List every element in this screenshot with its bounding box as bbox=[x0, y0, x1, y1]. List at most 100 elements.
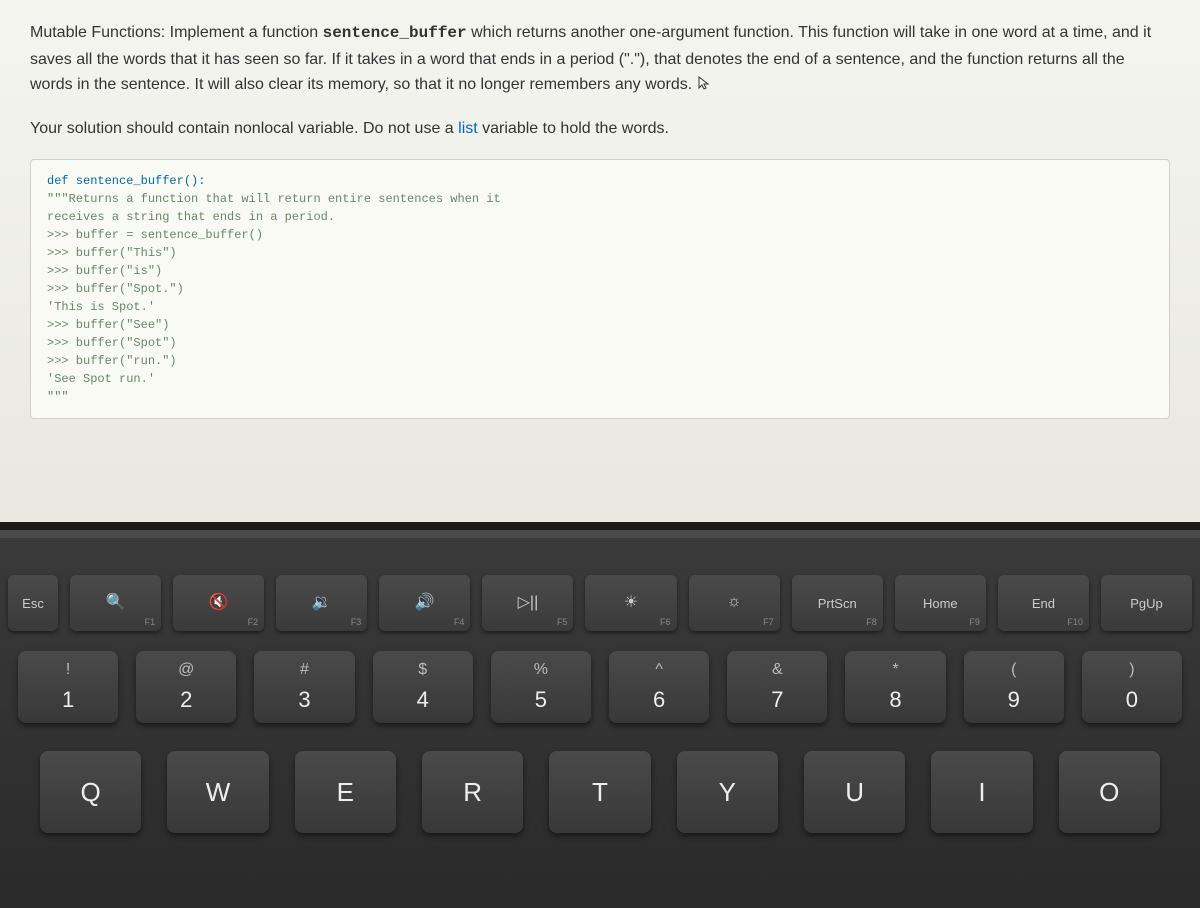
fn-key-F5[interactable]: ▷|| F5 bbox=[482, 575, 573, 631]
function-key-row: Esc 🔍 F1 🔇 F2 🔉 F3 🔊 F4 ▷|| F5 ☀ F6 ☼ F7 PrtScn F8 Home F9… bbox=[0, 575, 1200, 631]
letter-key-Y[interactable]: Y bbox=[677, 751, 778, 833]
fn-key-F8[interactable]: PrtScn F8 bbox=[792, 575, 883, 631]
mouse-cursor-icon bbox=[697, 74, 713, 90]
code-line-13: """ bbox=[47, 388, 1153, 406]
key-main-label: PgUp bbox=[1130, 596, 1163, 611]
code-line-3: receives a string that ends in a period. bbox=[47, 208, 1153, 226]
key-sub-label: F7 bbox=[763, 617, 774, 627]
fn-key-Esc[interactable]: Esc bbox=[8, 575, 58, 631]
code-line-7: >>> buffer("Spot.") bbox=[47, 280, 1153, 298]
code-def: def sentence_buffer(): bbox=[47, 174, 205, 188]
key-number: 0 bbox=[1126, 687, 1138, 713]
num-key-6[interactable]: ^6 bbox=[609, 651, 709, 723]
problem-text-prefix: Mutable Functions: Implement a function bbox=[30, 24, 323, 41]
key-symbol: ! bbox=[66, 661, 70, 679]
key-icon: ☀ bbox=[624, 592, 638, 612]
key-sub-label: F6 bbox=[660, 617, 671, 627]
key-symbol: ) bbox=[1129, 661, 1134, 679]
key-sub-label: F5 bbox=[557, 617, 568, 627]
code-line-6: >>> buffer("is") bbox=[47, 262, 1153, 280]
screen-content: Mutable Functions: Implement a function … bbox=[0, 0, 1200, 439]
problem-paragraph-2: Your solution should contain nonlocal va… bbox=[30, 116, 1170, 142]
num-key-1[interactable]: !1 bbox=[18, 651, 118, 723]
key-symbol: % bbox=[534, 661, 548, 679]
code-line-8: 'This is Spot.' bbox=[47, 298, 1153, 316]
number-key-row: !1@2#3$4%5^6&7*8(9)0 bbox=[0, 651, 1200, 723]
letter-key-U[interactable]: U bbox=[804, 751, 905, 833]
key-number: 5 bbox=[535, 687, 547, 713]
keyboard: Esc 🔍 F1 🔇 F2 🔉 F3 🔊 F4 ▷|| F5 ☀ F6 ☼ F7 PrtScn F8 Home F9… bbox=[0, 575, 1200, 905]
key-sub-label: F2 bbox=[248, 617, 259, 627]
fn-key-F2[interactable]: 🔇 F2 bbox=[173, 575, 264, 631]
key-number: 9 bbox=[1008, 687, 1020, 713]
num-key-3[interactable]: #3 bbox=[254, 651, 354, 723]
key-symbol: ^ bbox=[655, 661, 663, 679]
letter-key-O[interactable]: O bbox=[1059, 751, 1160, 833]
key-sub-label: F8 bbox=[866, 617, 877, 627]
key-symbol: $ bbox=[418, 661, 427, 679]
key-sub-label: F3 bbox=[351, 617, 362, 627]
letter-key-E[interactable]: E bbox=[295, 751, 396, 833]
letter-key-T[interactable]: T bbox=[549, 751, 650, 833]
function-name: sentence_buffer bbox=[323, 24, 467, 42]
key-sub-label: F10 bbox=[1067, 617, 1083, 627]
list-link: list bbox=[458, 120, 478, 137]
key-number: 8 bbox=[889, 687, 901, 713]
key-sub-label: F4 bbox=[454, 617, 465, 627]
key-symbol: & bbox=[772, 661, 783, 679]
code-line-9: >>> buffer("See") bbox=[47, 316, 1153, 334]
fn-key-F10[interactable]: End F10 bbox=[998, 575, 1089, 631]
fn-key-PgUp[interactable]: PgUp bbox=[1101, 575, 1192, 631]
num-key-0[interactable]: )0 bbox=[1082, 651, 1182, 723]
letter-key-row: QWERTYUIO bbox=[0, 751, 1200, 833]
key-icon: 🔊 bbox=[415, 592, 435, 612]
key-icon: 🔉 bbox=[312, 592, 332, 612]
code-line-12: 'See Spot run.' bbox=[47, 370, 1153, 388]
code-line-5: >>> buffer("This") bbox=[47, 244, 1153, 262]
num-key-7[interactable]: &7 bbox=[727, 651, 827, 723]
key-icon: 🔇 bbox=[209, 592, 229, 612]
fn-key-F1[interactable]: 🔍 F1 bbox=[70, 575, 161, 631]
key-symbol: @ bbox=[178, 661, 194, 679]
letter-key-R[interactable]: R bbox=[422, 751, 523, 833]
key-sub-label: F9 bbox=[969, 617, 980, 627]
key-icon: 🔍 bbox=[106, 592, 126, 612]
key-number: 1 bbox=[62, 687, 74, 713]
key-icon: ▷|| bbox=[518, 592, 539, 612]
laptop-screen: Mutable Functions: Implement a function … bbox=[0, 0, 1200, 530]
key-number: 2 bbox=[180, 687, 192, 713]
letter-key-W[interactable]: W bbox=[167, 751, 268, 833]
code-line-11: >>> buffer("run.") bbox=[47, 352, 1153, 370]
code-line-4: >>> buffer = sentence_buffer() bbox=[47, 226, 1153, 244]
key-number: 3 bbox=[298, 687, 310, 713]
fn-key-F4[interactable]: 🔊 F4 bbox=[379, 575, 470, 631]
num-key-8[interactable]: *8 bbox=[845, 651, 945, 723]
num-key-9[interactable]: (9 bbox=[964, 651, 1064, 723]
code-line-1: def sentence_buffer(): bbox=[47, 172, 1153, 190]
key-main-label: PrtScn bbox=[818, 596, 857, 611]
key-number: 6 bbox=[653, 687, 665, 713]
key-icon: ☼ bbox=[727, 593, 742, 611]
key-sub-label: F1 bbox=[145, 617, 156, 627]
key-main-label: End bbox=[1032, 596, 1055, 611]
num-key-2[interactable]: @2 bbox=[136, 651, 236, 723]
fn-key-F3[interactable]: 🔉 F3 bbox=[276, 575, 367, 631]
fn-key-F9[interactable]: Home F9 bbox=[895, 575, 986, 631]
letter-key-I[interactable]: I bbox=[931, 751, 1032, 833]
key-main-label: Home bbox=[923, 596, 958, 611]
code-block: def sentence_buffer(): """Returns a func… bbox=[30, 159, 1170, 419]
para2-suffix: variable to hold the words. bbox=[478, 120, 669, 137]
key-symbol: # bbox=[300, 661, 309, 679]
key-symbol: ( bbox=[1011, 661, 1016, 679]
num-key-4[interactable]: $4 bbox=[373, 651, 473, 723]
key-symbol: * bbox=[892, 661, 898, 679]
fn-key-F6[interactable]: ☀ F6 bbox=[585, 575, 676, 631]
code-line-10: >>> buffer("Spot") bbox=[47, 334, 1153, 352]
fn-key-F7[interactable]: ☼ F7 bbox=[689, 575, 780, 631]
key-number: 4 bbox=[417, 687, 429, 713]
key-icon: Esc bbox=[22, 596, 44, 611]
para2-prefix: Your solution should contain nonlocal va… bbox=[30, 120, 458, 137]
letter-key-Q[interactable]: Q bbox=[40, 751, 141, 833]
code-line-2: """Returns a function that will return e… bbox=[47, 190, 1153, 208]
num-key-5[interactable]: %5 bbox=[491, 651, 591, 723]
